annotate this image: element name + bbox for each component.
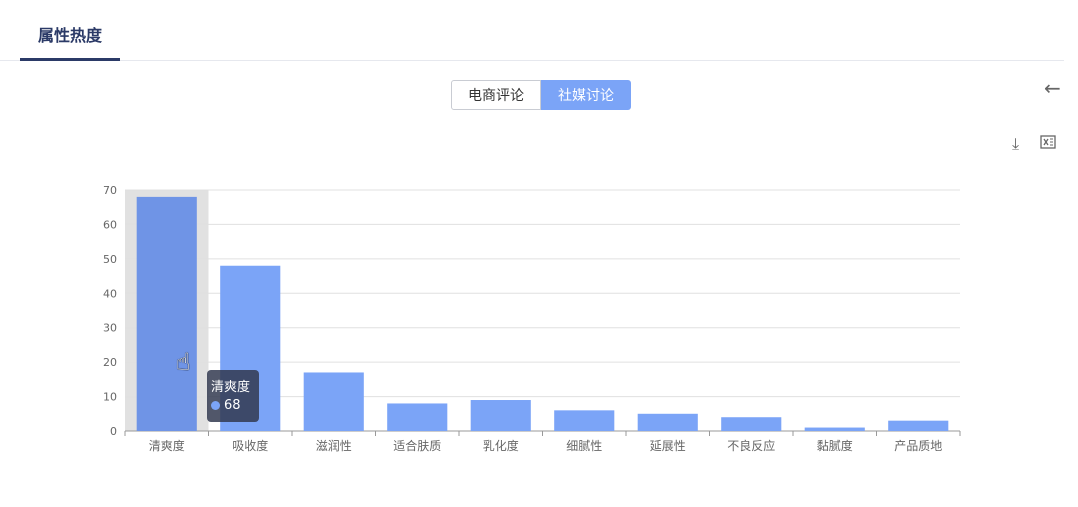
bar (136, 196, 197, 431)
tooltip-category: 清爽度 (211, 380, 251, 395)
source-toggle: 电商评论 社媒讨论 (451, 80, 631, 110)
hand-cursor-icon: ☝ (176, 348, 191, 376)
x-tick-label: 不良反应 (727, 438, 775, 453)
x-tick-label: 吸收度 (232, 438, 268, 453)
x-tick-label: 产品质地 (894, 439, 942, 453)
bar (387, 403, 448, 431)
tab-attribute-heat[interactable]: 属性热度 (20, 22, 120, 61)
y-tick-label: 50 (103, 253, 117, 266)
toggle-ecommerce-reviews[interactable]: 电商评论 (451, 80, 541, 110)
y-tick-label: 20 (103, 356, 117, 369)
tab-active-underline (20, 58, 120, 61)
chart-tooltip: 清爽度 68 (207, 370, 259, 422)
tab-label: 属性热度 (38, 26, 103, 45)
tab-bar: 属性热度 (0, 0, 1064, 61)
x-tick-label: 黏腻度 (817, 438, 853, 453)
x-tick-label: 延展性 (650, 439, 686, 453)
x-tick-label: 细腻性 (566, 439, 602, 453)
y-tick-label: 30 (103, 322, 117, 335)
y-tick-label: 10 (103, 391, 117, 404)
x-tick-label: 滋润性 (316, 439, 352, 453)
arrow-left-icon[interactable]: ← (1044, 76, 1061, 100)
bar (554, 410, 615, 431)
y-tick-label: 0 (110, 425, 117, 438)
x-tick-label: 乳化度 (483, 438, 519, 453)
x-tick-label: 适合肤质 (393, 438, 441, 453)
tooltip-series-dot (211, 401, 220, 410)
bar (804, 427, 865, 431)
bar (888, 420, 949, 431)
toggle-social-media[interactable]: 社媒讨论 (541, 80, 631, 110)
bar (303, 372, 364, 431)
download-icon[interactable]: ⤓ (1012, 134, 1019, 154)
excel-icon[interactable] (1040, 134, 1056, 154)
attribute-heat-chart: 010203040506070清爽度 吸收度 滋润性 适合肤质 乳化度 细腻性 延展性 不良反… (103, 184, 961, 453)
bar (721, 417, 782, 431)
bar (470, 400, 531, 431)
x-tick-label: 清爽度 (149, 438, 185, 453)
y-tick-label: 40 (103, 287, 117, 300)
y-tick-label: 70 (103, 184, 117, 197)
bar (637, 413, 698, 431)
y-tick-label: 60 (103, 218, 117, 231)
tooltip-value: 68 (224, 398, 241, 413)
